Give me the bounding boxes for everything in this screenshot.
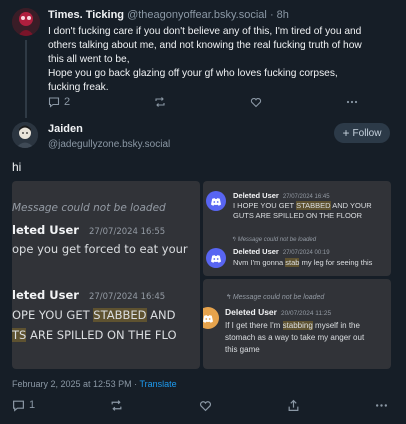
main-post-actions: 1	[12, 398, 388, 412]
reply-arrow-icon: ↰	[231, 237, 237, 243]
embedded-image-right-bottom[interactable]: ↰ Message could not be loaded Deleted Us…	[203, 279, 391, 369]
reply-icon	[48, 96, 60, 108]
separator: ·	[134, 379, 138, 389]
parent-text-line: fucking freak.	[48, 82, 109, 93]
embedded-image-left[interactable]: Message could not be loaded leted User 2…	[12, 181, 200, 369]
reply-button[interactable]: 2	[48, 96, 70, 108]
more-options-button[interactable]	[375, 399, 388, 412]
translate-link[interactable]: Translate	[139, 379, 176, 389]
repost-icon	[154, 96, 166, 108]
more-options-button[interactable]	[346, 96, 358, 108]
reply-note: ↰ Message could not be loaded	[231, 237, 317, 243]
more-icon	[346, 96, 358, 108]
parent-post-time[interactable]: 8h	[277, 9, 289, 21]
parent-author-name[interactable]: Times. Ticking	[48, 9, 124, 21]
like-icon	[250, 96, 262, 108]
follow-label: Follow	[352, 127, 382, 139]
discord-icon	[203, 314, 214, 323]
parent-post-actions: 2	[48, 95, 358, 109]
like-button[interactable]	[250, 96, 262, 108]
parent-text-line: this all went to be,	[48, 54, 130, 65]
parent-text-line: others talking about me, and not knowing…	[48, 40, 362, 51]
embedded-image-right-top[interactable]: Deleted User 27/07/2024 16:45 I HOPE YOU …	[203, 181, 391, 276]
main-author-handle[interactable]: @jadegullyzone.bsky.social	[48, 139, 170, 150]
follow-button[interactable]: + Follow	[334, 123, 390, 143]
discord-username: leted User 27/07/2024 16:45	[12, 288, 166, 302]
post-timestamp[interactable]: February 2, 2025 at 12:53 PM	[12, 379, 132, 389]
post-timestamp-row: February 2, 2025 at 12:53 PM · Translate	[12, 379, 177, 389]
discord-icon	[210, 254, 222, 263]
not-loaded-note: Message could not be loaded	[12, 202, 166, 214]
reply-note: ↰ Message could not be loaded	[225, 294, 325, 301]
discord-message: OPE YOU GET STABBED AND	[12, 308, 176, 322]
reply-count: 2	[64, 96, 71, 108]
discord-message: GUTS ARE SPILLED ON THE FLOOR	[233, 211, 363, 220]
discord-avatar	[206, 248, 226, 268]
discord-username: Deleted User 20/07/2024 11:25	[225, 307, 332, 317]
thread-line	[25, 40, 27, 118]
parent-post-header: Times. Ticking @theagonyoffear.bsky.soci…	[48, 9, 289, 21]
discord-message: I HOPE YOU GET STABBED AND YOUR	[233, 201, 372, 210]
reply-count: 1	[29, 399, 36, 411]
parent-text-line: Hope you go back glazing off your gf who…	[48, 68, 338, 79]
discord-icon	[210, 197, 222, 206]
repost-button[interactable]	[110, 399, 123, 412]
reply-arrow-icon: ↰	[225, 294, 231, 301]
discord-avatar	[206, 191, 226, 211]
main-post-text: hi	[12, 160, 22, 174]
parent-author-avatar[interactable]	[12, 8, 40, 36]
discord-username: Deleted User 27/07/2024 00:19	[233, 247, 330, 256]
discord-username: Deleted User 27/07/2024 16:45	[233, 191, 330, 200]
parent-author-handle[interactable]: @theagonyoffear.bsky.social	[127, 9, 267, 21]
share-button[interactable]	[287, 399, 300, 412]
discord-message: TS ARE SPILLED ON THE FLO	[12, 328, 177, 342]
discord-message: If I get there I'm stabbing myself in th…	[225, 321, 365, 354]
plus-icon: +	[342, 126, 350, 140]
like-button[interactable]	[199, 399, 212, 412]
reply-icon	[12, 399, 25, 412]
share-icon	[287, 399, 300, 412]
discord-message: Nvm I'm gonna stab my leg for seeing thi…	[233, 258, 373, 267]
repost-button[interactable]	[154, 96, 166, 108]
main-author-avatar[interactable]	[12, 122, 38, 148]
repost-icon	[110, 399, 123, 412]
reply-button[interactable]: 1	[12, 399, 35, 412]
discord-avatar	[203, 307, 219, 329]
discord-message: ope you get forced to eat your	[12, 242, 188, 256]
like-icon	[199, 399, 212, 412]
parent-post-text: I don't fucking care if you don't believ…	[48, 25, 394, 95]
main-author-name[interactable]: Jaiden	[48, 123, 83, 135]
more-icon	[375, 399, 388, 412]
discord-username: leted User 27/07/2024 16:55	[12, 223, 166, 237]
parent-text-line: I don't fucking care if you don't believ…	[48, 26, 362, 37]
